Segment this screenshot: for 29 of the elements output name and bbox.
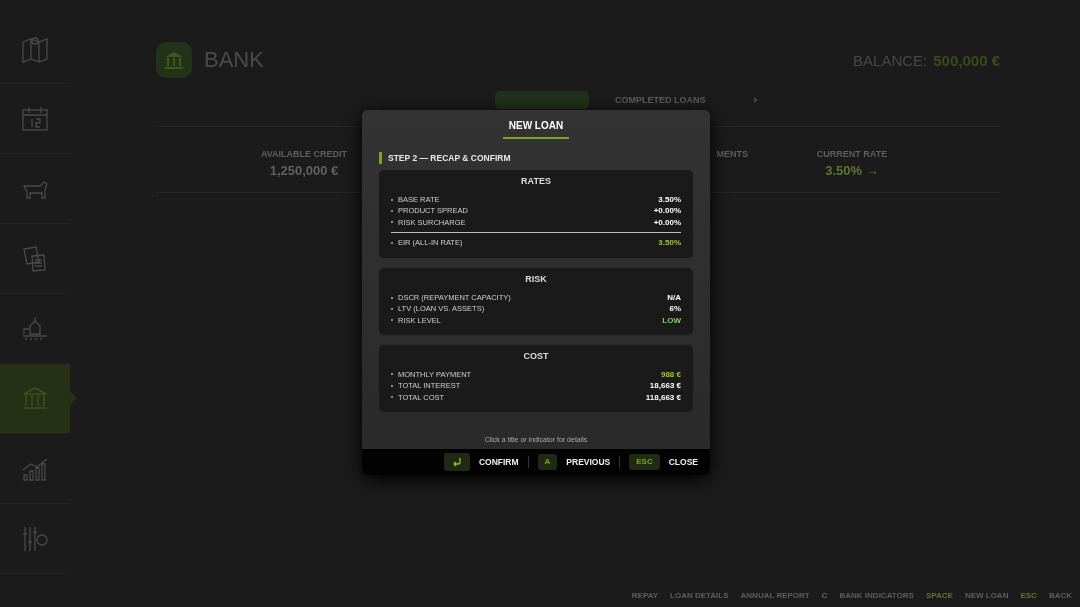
stat-label: CURRENT RATE [816,149,888,159]
indicator-value: 118,663 € [645,392,681,402]
dialog-title: NEW LOAN [502,118,570,139]
action-label[interactable]: CLOSE [668,456,698,467]
tab[interactable] [495,91,589,109]
section-title[interactable]: RATES [391,176,681,186]
arrow-icon[interactable] [753,97,758,103]
step-heading: STEP 2 — RECAP & CONFIRM [379,152,693,164]
indicator-value: 18,663 € [649,381,681,391]
indicator-value: +0.00% [653,217,681,227]
stat-label: MENTS [716,149,748,159]
indicator-value: 988 € [660,369,681,379]
indicator-value: 3.50% [658,195,681,205]
bank-logo-icon [156,42,192,78]
section-title[interactable]: RISK [391,273,681,284]
confirm-key[interactable] [443,452,470,471]
stat-value: 1,250,000 € [269,163,339,178]
indicator-value: 3.50% [658,238,681,248]
indicator-value: LOW [662,315,681,325]
indicator-value: +0.00% [653,206,681,216]
stat-label: AVAILABLE CREDIT [260,149,348,159]
indicator-value: N/A [667,293,681,303]
section-title[interactable]: COST [391,350,681,361]
key-badge[interactable]: A [537,453,558,470]
action-label[interactable]: PREVIOUS [566,456,611,467]
stat-value: 3.50% → [825,163,879,178]
action-label[interactable]: CONFIRM [478,456,519,467]
key-badge[interactable]: ESC [629,453,660,470]
indicator-value: 6% [669,304,681,314]
